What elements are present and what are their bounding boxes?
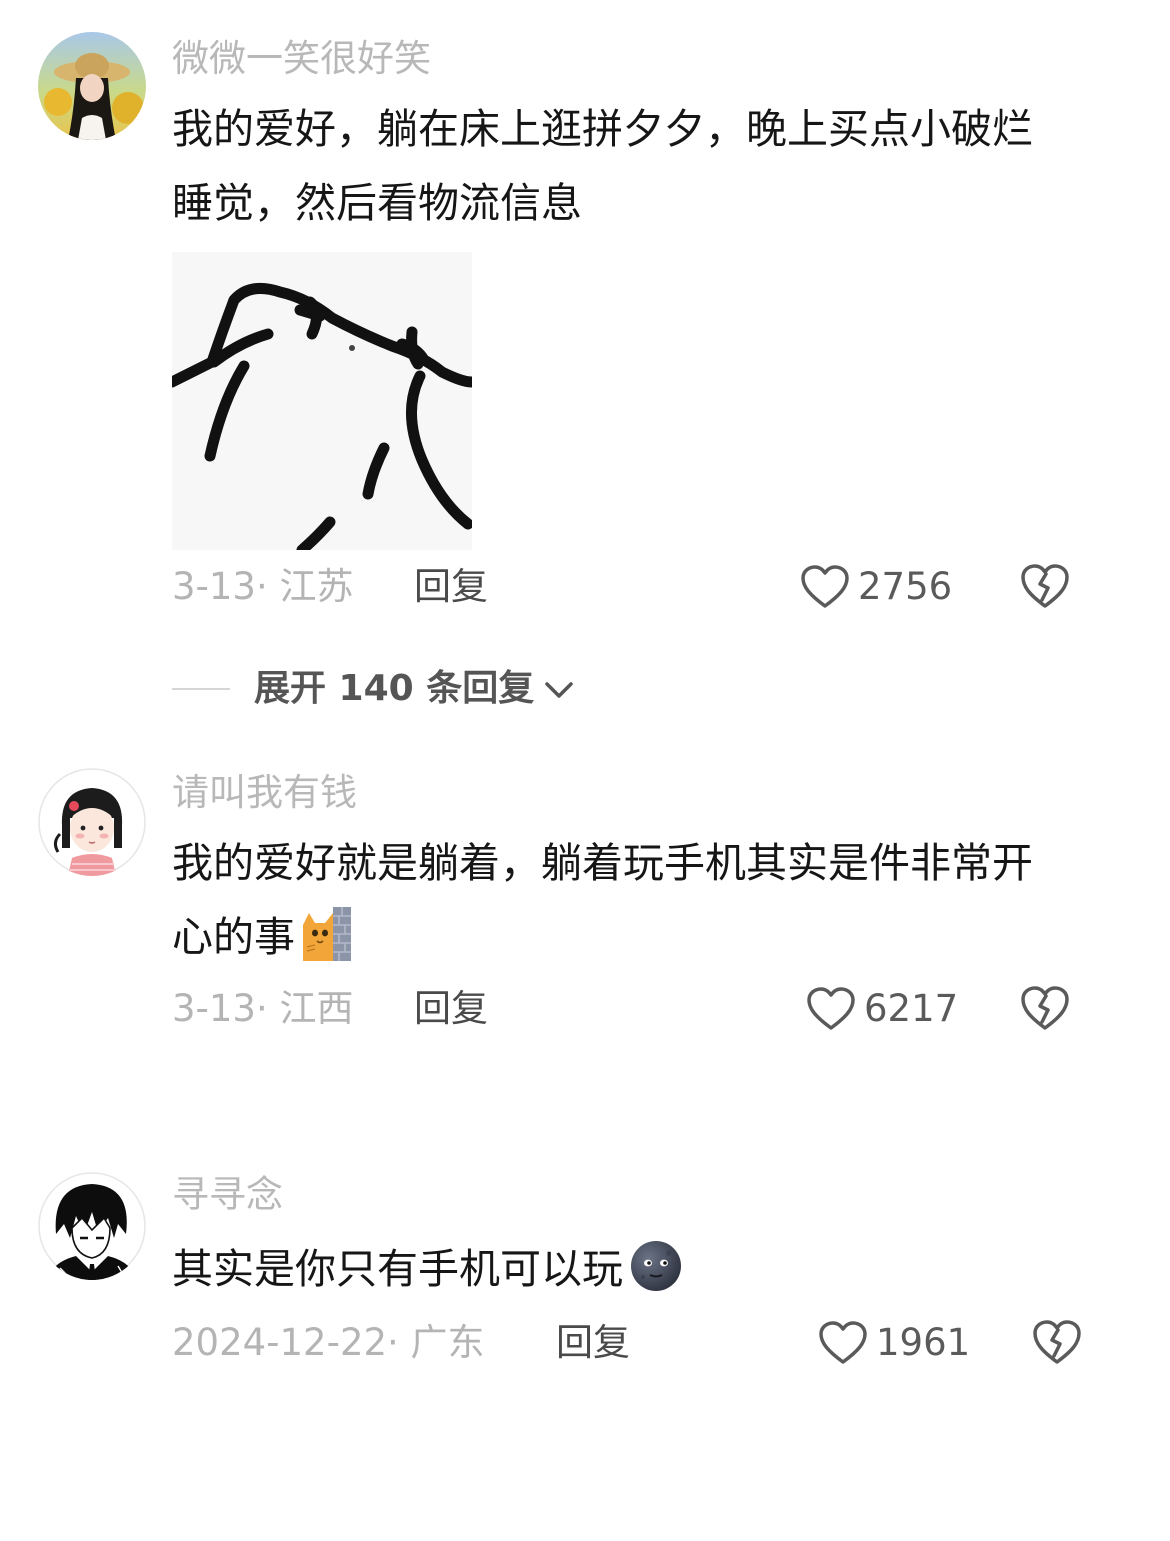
avatar[interactable] xyxy=(38,1172,146,1280)
chevron-down-icon xyxy=(545,682,573,698)
woman-straw-hat-avatar-icon xyxy=(38,32,146,140)
expand-replies-button[interactable]: 展开 140 条回复 xyxy=(172,666,576,712)
broken-heart-icon xyxy=(1033,1320,1081,1364)
comment-text-body: 其实是你只有手机可以玩 xyxy=(172,1245,623,1293)
anime-boy-avatar-icon xyxy=(38,1172,146,1280)
reply-button[interactable]: 回复 xyxy=(556,1320,630,1366)
comment-text: 其实是你只有手机可以玩 xyxy=(172,1232,1072,1306)
reply-button[interactable]: 回复 xyxy=(414,986,488,1032)
divider-line xyxy=(172,688,230,690)
like-count: 6217 xyxy=(864,987,959,1030)
comment-date-location: 3-13· 江苏 xyxy=(172,565,354,608)
like-button[interactable]: 6217 xyxy=(806,984,958,1034)
like-count: 1961 xyxy=(876,1321,971,1364)
like-button[interactable]: 1961 xyxy=(818,1318,970,1368)
broken-heart-icon xyxy=(1021,986,1069,1030)
avatar[interactable] xyxy=(38,768,146,876)
username[interactable]: 微微一笑很好笑 xyxy=(172,36,431,82)
heart-icon xyxy=(801,565,849,608)
like-count: 2756 xyxy=(858,565,953,608)
dislike-button[interactable] xyxy=(1020,984,1070,1032)
comment-text: 我的爱好就是躺着，躺着玩手机其实是件非常开心的事 xyxy=(172,826,1072,974)
heart-icon xyxy=(807,987,855,1030)
comment-text-body: 我的爱好，躺在床上逛拼夕夕，晚上买点小破烂睡觉，然后看物流信息 xyxy=(172,105,1033,227)
comment-date-location: 3-13· 江西 xyxy=(172,987,354,1030)
avatar[interactable] xyxy=(38,32,146,140)
username[interactable]: 请叫我有钱 xyxy=(172,770,357,816)
cartoon-sketch-sticker-icon[interactable] xyxy=(166,252,478,556)
comment-text: 我的爱好，躺在床上逛拼夕夕，晚上买点小破烂睡觉，然后看物流信息 xyxy=(172,92,1072,240)
username[interactable]: 寻寻念 xyxy=(172,1172,283,1218)
dislike-button[interactable] xyxy=(1020,562,1070,610)
dislike-button[interactable] xyxy=(1032,1318,1082,1366)
cartoon-girl-avatar-icon xyxy=(38,768,146,876)
broken-heart-icon xyxy=(1021,564,1069,608)
cat-behind-wall-emoji-icon xyxy=(301,907,351,961)
expand-replies-label: 展开 140 条回复 xyxy=(254,668,535,709)
comment-date-location: 2024-12-22· 广东 xyxy=(172,1321,485,1364)
heart-icon xyxy=(819,1321,867,1364)
dark-moon-face-emoji-icon xyxy=(629,1239,681,1293)
reply-button[interactable]: 回复 xyxy=(414,564,488,610)
like-button[interactable]: 2756 xyxy=(800,562,952,612)
